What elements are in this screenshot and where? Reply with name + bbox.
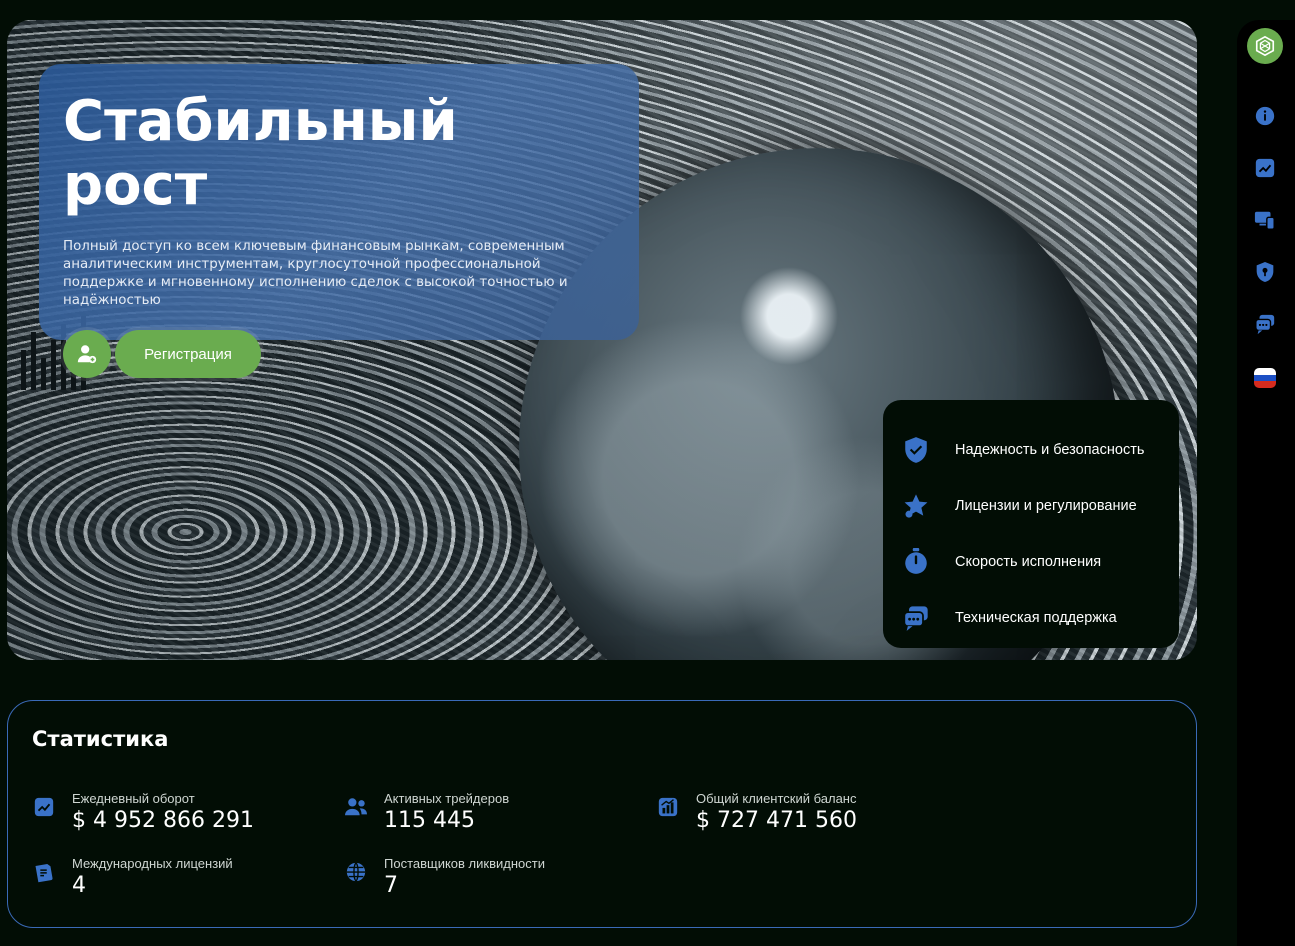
register-icon-button[interactable] xyxy=(63,330,111,378)
chat-icon xyxy=(1255,314,1275,335)
feature-item: Техническая поддержка xyxy=(901,590,1161,646)
stat-value: 4 xyxy=(72,873,86,898)
feature-item: Надежность и безопасность xyxy=(901,422,1161,478)
stat-value: 7 xyxy=(384,873,398,898)
feature-label: Скорость исполнения xyxy=(955,554,1102,570)
stat-label: Международных лицензий xyxy=(72,856,233,871)
statistics-title: Статистика xyxy=(32,727,169,751)
brand-logo[interactable] xyxy=(1247,28,1283,64)
globe-icon xyxy=(344,860,368,884)
side-nav xyxy=(1237,20,1295,946)
register-button[interactable]: Регистрация xyxy=(115,330,261,378)
stat-label: Поставщиков ликвидности xyxy=(384,856,545,871)
info-icon xyxy=(1255,106,1275,126)
nav-security[interactable] xyxy=(1253,260,1277,284)
hero-actions: Регистрация xyxy=(63,330,615,378)
hero-banner: Стабильный рост Полный доступ ко всем кл… xyxy=(7,20,1197,660)
feature-label: Лицензии и регулирование xyxy=(955,498,1137,514)
stat-value: $ 4 952 866 291 xyxy=(72,808,254,833)
stat-label: Активных трейдеров xyxy=(384,791,510,806)
stat-value: 115 445 xyxy=(384,808,475,833)
feature-item: Скорость исполнения xyxy=(901,534,1161,590)
nav-info[interactable] xyxy=(1253,104,1277,128)
stat-label: Ежедневный оборот xyxy=(72,791,195,806)
statistics-panel: Статистика Ежедневный оборот $ 4 952 866… xyxy=(7,700,1197,928)
stat-label: Общий клиентский баланс xyxy=(696,791,857,806)
stat-value: $ 727 471 560 xyxy=(696,808,857,833)
hero-title: Стабильный рост xyxy=(63,89,458,218)
trend-chart-icon xyxy=(32,795,56,819)
nav-markets[interactable] xyxy=(1253,156,1277,180)
feature-label: Надежность и безопасность xyxy=(955,442,1145,458)
stat-item: Общий клиентский баланс $ 727 471 560 xyxy=(656,791,857,833)
users-icon xyxy=(344,795,368,819)
feature-item: Лицензии и регулирование xyxy=(901,478,1161,534)
hero-description: Полный доступ ко всем ключевым финансовы… xyxy=(63,239,568,308)
russia-flag-icon xyxy=(1254,368,1276,388)
chart-icon xyxy=(1255,158,1275,178)
license-icon xyxy=(32,860,56,884)
nav-language[interactable] xyxy=(1253,366,1277,390)
features-panel: Надежность и безопасность Лицензии и рег… xyxy=(883,400,1179,648)
star-badge-icon xyxy=(901,491,931,521)
feature-label: Техническая поддержка xyxy=(955,610,1117,626)
growth-chart-icon xyxy=(656,795,680,819)
shield-icon xyxy=(1256,262,1274,282)
stat-item: Ежедневный оборот $ 4 952 866 291 xyxy=(32,791,254,833)
stat-item: Поставщиков ликвидности 7 xyxy=(344,856,545,898)
brand-logo-icon xyxy=(1255,35,1275,57)
nav-platforms[interactable] xyxy=(1253,208,1277,232)
stopwatch-icon xyxy=(901,547,931,577)
stat-item: Активных трейдеров 115 445 xyxy=(344,791,509,833)
shield-check-icon xyxy=(901,435,931,465)
chat-bubbles-icon xyxy=(901,603,931,633)
hero-panel: Стабильный рост Полный доступ ко всем кл… xyxy=(39,64,639,378)
devices-icon xyxy=(1254,211,1275,230)
user-add-icon xyxy=(77,345,97,364)
nav-support[interactable] xyxy=(1253,312,1277,336)
stat-item: Международных лицензий 4 xyxy=(32,856,233,898)
